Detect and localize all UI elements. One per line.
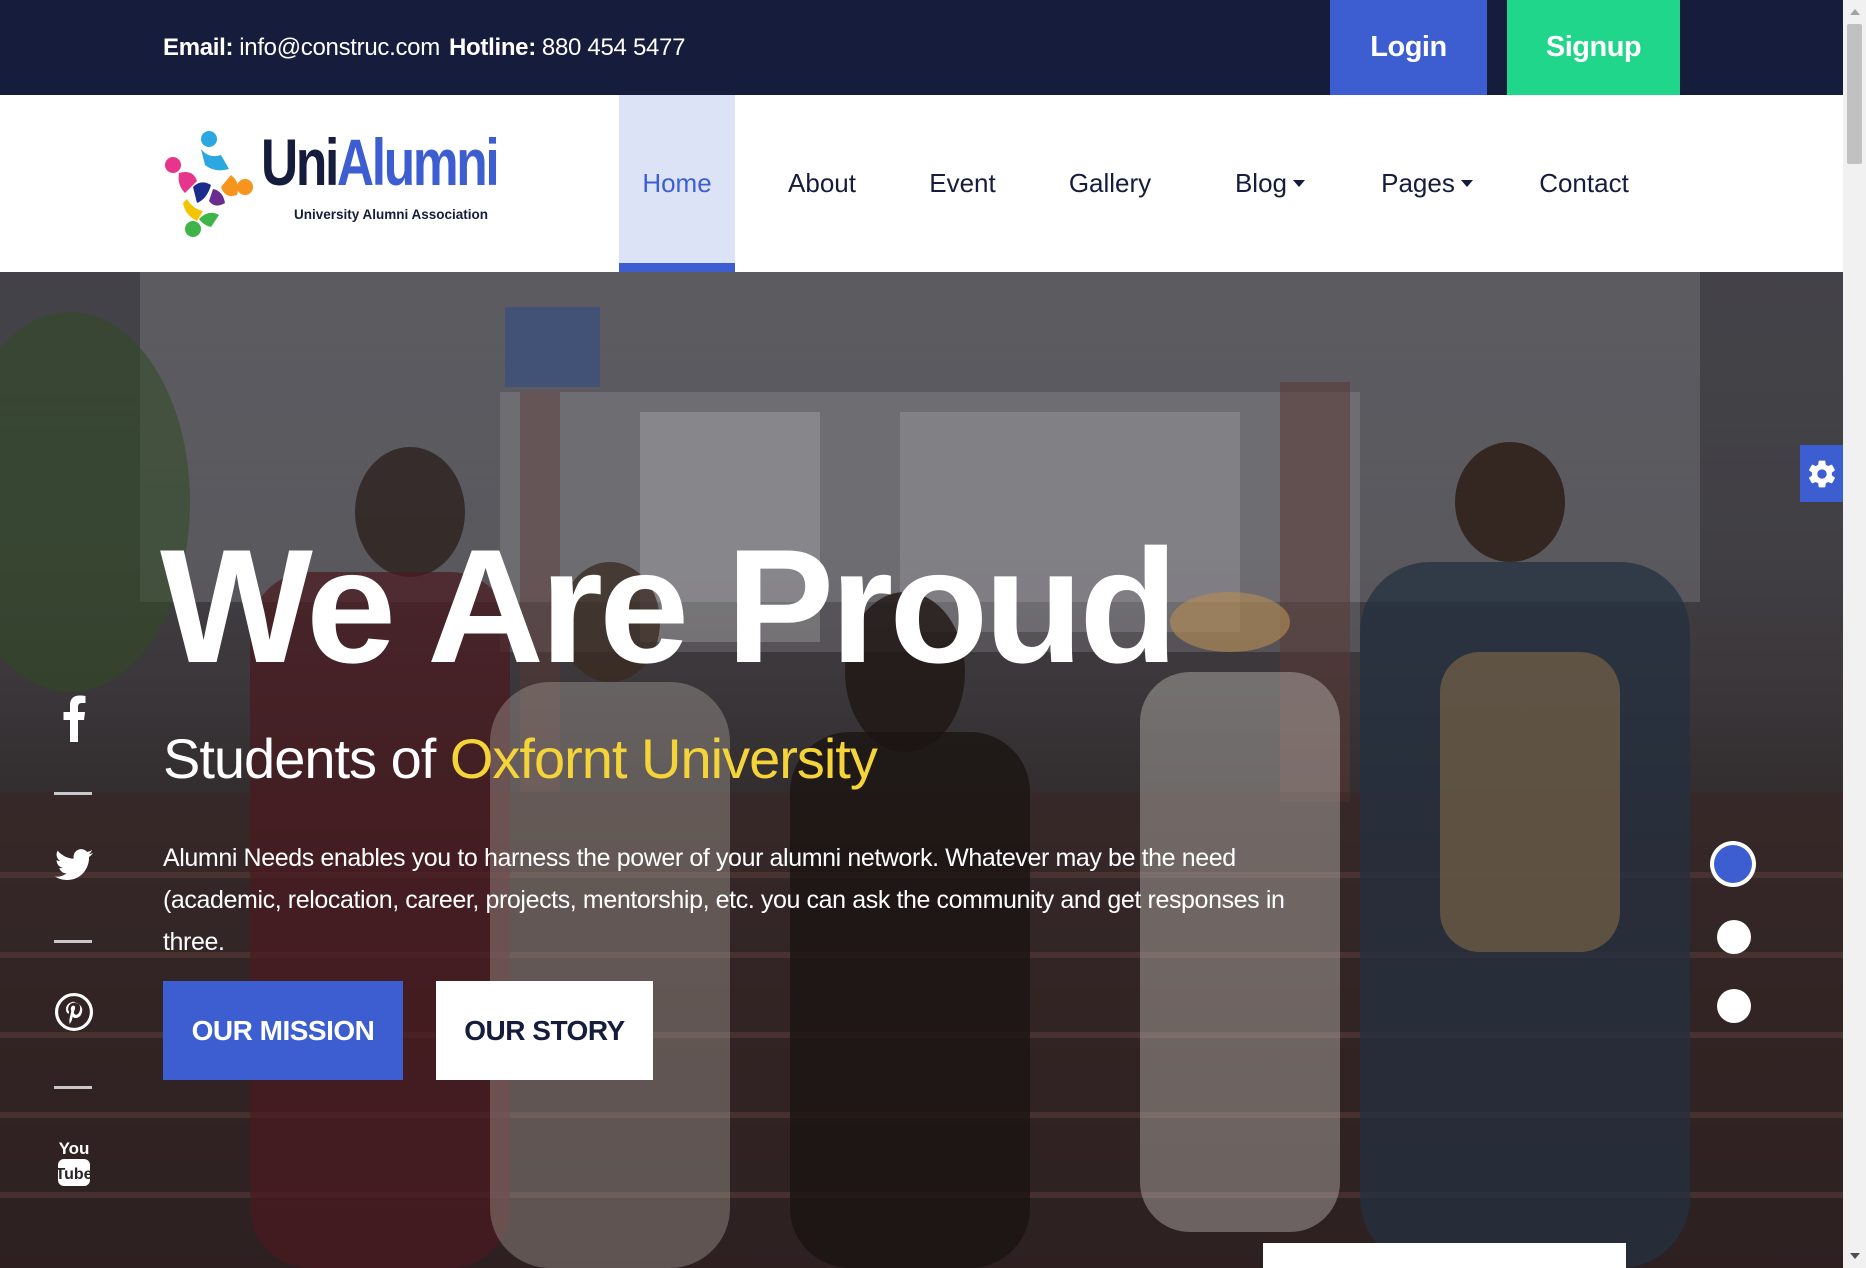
slider-dot-2[interactable]: [1717, 920, 1751, 954]
nav-home-label: Home: [642, 168, 712, 198]
pinterest-icon: [55, 993, 93, 1031]
settings-toggle[interactable]: [1800, 445, 1843, 502]
nav-pages-label: Pages: [1381, 168, 1455, 198]
youtube-link[interactable]: You Tube: [50, 1130, 98, 1192]
svg-text:You: You: [59, 1139, 90, 1158]
facebook-icon: [63, 695, 86, 742]
bottom-card-edge: [1263, 1243, 1626, 1268]
social-divider: [54, 940, 92, 943]
scroll-up-arrow-icon[interactable]: [1843, 2, 1866, 22]
hotline-contact: Hotline: 880 454 5477: [449, 0, 685, 95]
svg-text:Tube: Tube: [56, 1166, 92, 1183]
logo-title-alumni: Alumni: [336, 125, 500, 199]
logo-mark-icon: [165, 131, 253, 237]
logo-title-uni: Uni: [261, 125, 339, 199]
social-divider: [54, 1086, 92, 1089]
social-divider: [54, 792, 92, 795]
page-scrollbar[interactable]: [1843, 0, 1866, 1268]
email-contact: Email: info@construc.com: [163, 0, 440, 95]
blog-caret-down-icon: [1293, 180, 1306, 187]
nav-contact[interactable]: Contact: [1536, 95, 1632, 272]
pinterest-link[interactable]: [50, 984, 98, 1040]
twitter-icon: [55, 849, 93, 881]
hotline-value[interactable]: 880 454 5477: [542, 34, 686, 62]
nav-blog[interactable]: Blog: [1220, 95, 1320, 272]
signup-button[interactable]: Signup: [1507, 0, 1680, 95]
nav-gallery[interactable]: Gallery: [1060, 95, 1160, 272]
nav-home[interactable]: Home: [619, 95, 735, 272]
email-value[interactable]: info@construc.com: [239, 34, 440, 62]
main-navbar: UniAlumni University Alumni Association …: [0, 95, 1843, 272]
nav-event-label: Event: [929, 168, 996, 198]
facebook-link[interactable]: [50, 690, 98, 746]
slider-dot-3[interactable]: [1717, 989, 1751, 1023]
top-bar: Email: info@construc.com Hotline: 880 45…: [0, 0, 1843, 95]
gear-icon: [1808, 460, 1835, 487]
twitter-link[interactable]: [50, 837, 98, 893]
logo-subtitle: University Alumni Association: [294, 207, 489, 222]
scroll-down-arrow-icon[interactable]: [1843, 1246, 1866, 1266]
nav-about[interactable]: About: [770, 95, 874, 272]
our-story-button[interactable]: OUR STORY: [436, 981, 653, 1080]
page: Email: info@construc.com Hotline: 880 45…: [0, 0, 1866, 1268]
nav-pages[interactable]: Pages: [1370, 95, 1484, 272]
email-label: Email:: [163, 33, 234, 61]
youtube-icon: You Tube: [56, 1139, 92, 1186]
scrollbar-thumb[interactable]: [1847, 24, 1862, 164]
nav-blog-label: Blog: [1234, 168, 1288, 198]
nav-contact-label: Contact: [1539, 168, 1629, 198]
hotline-label: Hotline:: [449, 33, 536, 61]
hero-subtitle-highlight: Oxfornt University: [449, 727, 878, 790]
hero-title: We Are Proud: [160, 516, 1178, 697]
hero-description: Alumni Needs enables you to harness the …: [163, 844, 1285, 956]
our-mission-button[interactable]: OUR MISSION: [163, 981, 403, 1080]
nav-gallery-label: Gallery: [1068, 168, 1152, 198]
nav-event[interactable]: Event: [920, 95, 1005, 272]
slider-dot-1[interactable]: [1714, 845, 1752, 883]
pages-caret-down-icon: [1460, 180, 1473, 187]
site-logo[interactable]: UniAlumni University Alumni Association: [163, 129, 500, 239]
logo-title: UniAlumni: [261, 129, 500, 195]
nav-about-label: About: [788, 168, 856, 198]
hero-subtitle: Students of Oxfornt University: [163, 727, 878, 791]
login-button[interactable]: Login: [1330, 0, 1487, 95]
hero-banner: We Are Proud Students of Oxfornt Univers…: [0, 272, 1843, 1268]
hero-subtitle-prefix: Students of: [163, 727, 450, 790]
